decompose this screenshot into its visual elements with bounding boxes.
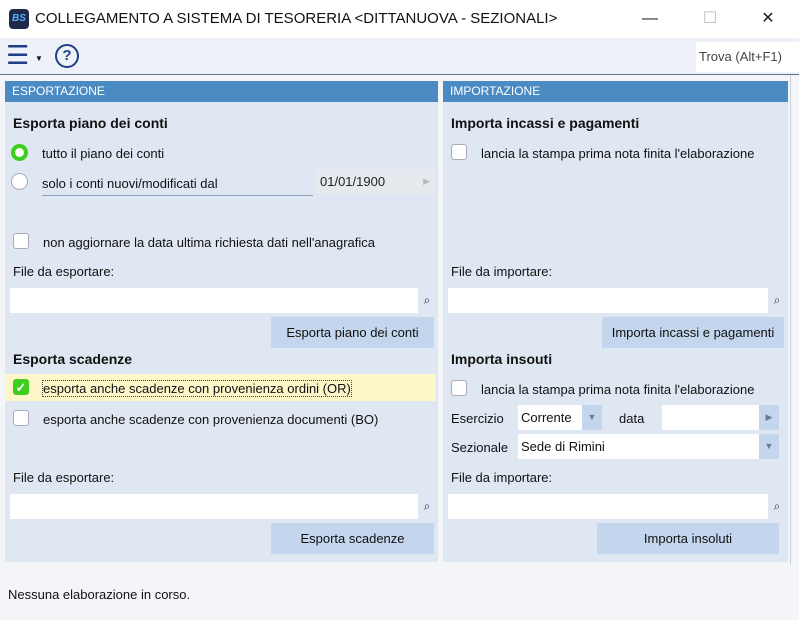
scad-bo-checkbox[interactable] [13, 410, 29, 426]
search-icon[interactable]: ⌕ [768, 494, 786, 519]
chevron-down-icon[interactable]: ▼ [759, 434, 779, 459]
sezionale-value: Sede di Rimini [521, 439, 605, 454]
export-piano-button[interactable]: Esporta piano dei conti [271, 317, 434, 348]
ins-print-label: lancia la stampa prima nota finita l'ela… [481, 382, 755, 397]
chevron-down-icon[interactable]: ▼ [35, 54, 43, 63]
radio-new-label: solo i conti nuovi/modificati dal [42, 176, 313, 196]
no-update-checkbox[interactable] [13, 233, 29, 249]
export-file-input[interactable] [10, 288, 418, 313]
minimize-button[interactable]: — [635, 6, 665, 32]
search-icon[interactable]: ⌕ [418, 288, 436, 313]
import-header: IMPORTAZIONE [443, 81, 788, 102]
since-date-value: 01/01/1900 [320, 174, 386, 189]
ins-print-checkbox[interactable] [451, 380, 467, 396]
since-date-field[interactable]: 01/01/1900 ▶ [316, 169, 436, 194]
app-logo: BS [9, 9, 29, 29]
export-scadenze-title: Esporta scadenze [13, 351, 133, 367]
inc-print-label: lancia la stampa prima nota finita l'ela… [481, 146, 755, 161]
scad-bo-label: esporta anche scadenze con provenienza d… [43, 412, 379, 427]
no-update-label: non aggiornare la data ultima richiesta … [43, 235, 376, 250]
esercizio-value: Corrente [521, 410, 572, 425]
export-file-label: File da esportare: [13, 264, 115, 279]
import-file-label: File da importare: [451, 264, 553, 279]
window-title: COLLEGAMENTO A SISTEMA DI TESORERIA <DIT… [35, 10, 558, 27]
import-file-input[interactable] [448, 288, 768, 313]
status-text: Nessuna elaborazione in corso. [8, 587, 191, 602]
import-file-label-2: File da importare: [451, 470, 553, 485]
radio-all-label: tutto il piano dei conti [42, 146, 165, 161]
import-incassi-title: Importa incassi e pagamenti [451, 115, 640, 131]
toolbar [0, 38, 799, 75]
divider [790, 75, 791, 565]
maximize-button[interactable]: ☐ [695, 6, 725, 32]
search-icon[interactable]: ⌕ [768, 288, 786, 313]
chevron-right-icon[interactable]: ▶ [759, 405, 779, 430]
import-insoluti-title: Importa insouti [451, 351, 553, 367]
find-input[interactable]: Trova (Alt+F1) [696, 42, 799, 72]
search-icon[interactable]: ⌕ [418, 494, 436, 519]
import-file-input-2[interactable] [448, 494, 768, 519]
data-label: data [619, 411, 645, 426]
esercizio-label: Esercizio [451, 411, 504, 426]
import-incassi-button[interactable]: Importa incassi e pagamenti [602, 317, 784, 348]
sezionale-label: Sezionale [451, 440, 509, 455]
close-button[interactable]: ✕ [753, 6, 783, 32]
export-file-input-2[interactable] [10, 494, 418, 519]
scad-or-checkbox[interactable]: ✓ [13, 379, 29, 395]
sezionale-select[interactable]: Sede di Rimini [518, 434, 778, 459]
radio-new-accounts[interactable] [11, 173, 28, 190]
chevron-right-icon[interactable]: ▶ [423, 169, 430, 194]
export-file-label-2: File da esportare: [13, 470, 115, 485]
menu-icon[interactable]: ☰ [6, 40, 29, 70]
export-piano-title: Esporta piano dei conti [13, 115, 168, 131]
help-icon[interactable]: ? [55, 44, 79, 68]
import-insoluti-button[interactable]: Importa insoluti [597, 523, 779, 554]
scad-or-label: esporta anche scadenze con provenienza o… [42, 380, 352, 397]
radio-all-accounts[interactable] [11, 144, 28, 161]
export-scadenze-button[interactable]: Esporta scadenze [271, 523, 434, 554]
inc-print-checkbox[interactable] [451, 144, 467, 160]
chevron-down-icon[interactable]: ▼ [582, 405, 602, 430]
export-header: ESPORTAZIONE [5, 81, 438, 102]
